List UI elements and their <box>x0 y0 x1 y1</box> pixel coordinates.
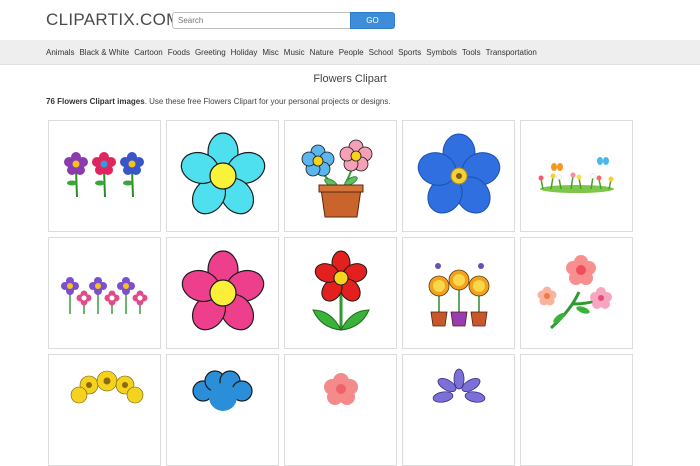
clipart-tile[interactable] <box>48 120 161 232</box>
blue-flower-image <box>417 133 501 214</box>
nav-item-music[interactable]: Music <box>284 48 305 57</box>
site-header: CLIPARTIX.COM GO <box>0 0 700 40</box>
nav-item-nature[interactable]: Nature <box>310 48 334 57</box>
nav-item-tools[interactable]: Tools <box>462 48 481 57</box>
meadow-butterflies-image <box>538 157 614 193</box>
clipart-tile[interactable] <box>166 237 279 349</box>
search-go-button[interactable]: GO <box>350 12 395 29</box>
flower-border-row-image <box>61 277 148 314</box>
nav-item-misc[interactable]: Misc <box>262 48 278 57</box>
pink-flower-image <box>181 250 265 331</box>
smiling-flowers-pots-image <box>428 263 490 327</box>
flower-pot-image <box>301 139 373 218</box>
clipart-tile[interactable] <box>166 354 279 466</box>
nav-item-cartoon[interactable]: Cartoon <box>134 48 162 57</box>
page-title: Flowers Clipart <box>313 73 387 85</box>
nav-item-holiday[interactable]: Holiday <box>231 48 258 57</box>
site-logo[interactable]: CLIPARTIX.COM <box>46 10 181 30</box>
clipart-tile[interactable] <box>48 237 161 349</box>
clipart-tile[interactable] <box>520 237 633 349</box>
clipart-tile[interactable] <box>284 354 397 466</box>
clipart-tile[interactable] <box>402 237 515 349</box>
clipart-tile[interactable] <box>402 354 515 466</box>
nav-item-school[interactable]: School <box>369 48 393 57</box>
clipart-tile[interactable] <box>520 120 633 232</box>
purple-flower-image <box>432 368 486 403</box>
nav-item-animals[interactable]: Animals <box>46 48 74 57</box>
search-input[interactable] <box>172 12 351 29</box>
clipart-tile[interactable] <box>48 354 161 466</box>
red-flower-image <box>312 250 370 331</box>
clipart-tile[interactable] <box>284 237 397 349</box>
nav-item-black-white[interactable]: Black & White <box>79 48 129 57</box>
nav-item-sports[interactable]: Sports <box>398 48 421 57</box>
yellow-daisies-image <box>70 370 144 404</box>
category-nav: Animals Black & White Cartoon Foods Gree… <box>0 40 700 65</box>
nav-item-greeting[interactable]: Greeting <box>195 48 226 57</box>
intro-text: . Use these free Flowers Clipart for you… <box>144 97 391 106</box>
clipart-tile[interactable] <box>402 120 515 232</box>
cyan-flower-image <box>180 132 266 215</box>
nav-item-transportation[interactable]: Transportation <box>486 48 537 57</box>
clipart-image <box>521 355 632 465</box>
clipart-tile[interactable] <box>166 120 279 232</box>
image-count: 76 Flowers Clipart images <box>46 97 145 106</box>
clipart-tile[interactable] <box>284 120 397 232</box>
salmon-flower-image <box>324 373 358 405</box>
nav-item-people[interactable]: People <box>339 48 364 57</box>
nav-item-foods[interactable]: Foods <box>168 48 190 57</box>
page-intro: 76 Flowers Clipart images. Use these fre… <box>46 97 391 106</box>
blue-scalloped-flower-image <box>192 370 253 411</box>
three-small-flowers-image <box>64 152 144 198</box>
clipart-tile[interactable] <box>520 354 633 466</box>
nav-item-symbols[interactable]: Symbols <box>426 48 457 57</box>
pink-flower-branch-image <box>537 255 612 330</box>
